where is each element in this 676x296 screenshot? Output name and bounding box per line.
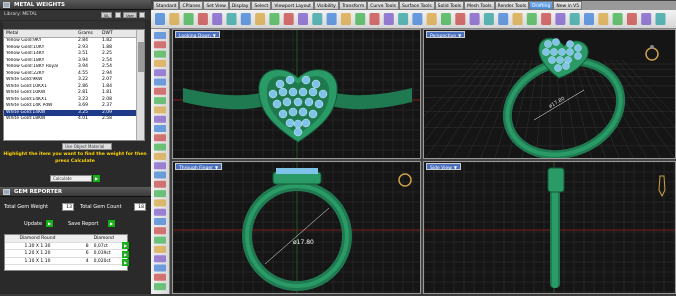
- metal-table: Metal Grams DWT Yellow Gold:9KY 2.84 1.82 Y…: [3, 29, 145, 141]
- gem-count: 6: [85, 251, 89, 256]
- sil-checkbox[interactable]: [115, 12, 121, 18]
- column-header-grams[interactable]: Grams: [76, 30, 100, 37]
- update-button[interactable]: ▶: [46, 220, 53, 227]
- total-gem-count-field[interactable]: 18: [134, 203, 146, 211]
- save-report-label: Save Report: [68, 221, 99, 227]
- column-header-metal[interactable]: Metal: [4, 30, 76, 37]
- viewport-through-finger[interactable]: Through Finger ▼ ø17.80: [172, 161, 421, 294]
- gem-table-header: Diamond Round Diamond: [5, 235, 127, 243]
- toolbar-icons[interactable]: [151, 10, 676, 29]
- gem-count: 4: [85, 258, 89, 264]
- tab-select[interactable]: Select: [251, 1, 272, 10]
- calculate-button[interactable]: ▶: [93, 175, 100, 182]
- calculate-hint: Highlight the item you want to find the …: [3, 152, 147, 164]
- save-report-button[interactable]: ▶: [108, 220, 115, 227]
- column-header-dwt[interactable]: DWT: [100, 30, 136, 37]
- gem-table: Diamond Round Diamond 1.30 X 1.30 8 0,07ct…: [4, 234, 128, 271]
- gem-reporter-title: GEM REPORTER: [14, 189, 63, 195]
- tab-transform[interactable]: Transform: [338, 1, 368, 10]
- viewport-label-looking-down[interactable]: Looking Down ▼: [175, 31, 220, 39]
- left-panel: METAL WEIGHTS Library: METAL SIL User Me…: [0, 0, 151, 294]
- through-finger-dimension: ø17.80: [293, 239, 314, 246]
- update-label: Update: [24, 221, 43, 227]
- toolbar-tabs: Standard CPlanes Set View Display Select View…: [153, 1, 676, 10]
- tab-cplanes[interactable]: CPlanes: [179, 1, 204, 10]
- viewport-perspective[interactable]: Perspective ▼ ø17.80: [423, 29, 676, 159]
- perspective-scene: ø17.80: [424, 37, 675, 158]
- library-label: Library: METAL: [4, 12, 38, 17]
- viewport-label-perspective[interactable]: Perspective ▼: [426, 31, 466, 39]
- total-gem-weight-field[interactable]: 13: [62, 203, 74, 211]
- metal-table-scrollbar[interactable]: [136, 30, 144, 140]
- total-gem-weight-label: Total Gem Weight: [4, 204, 49, 210]
- tab-surface-tools[interactable]: Surface Tools: [399, 1, 435, 10]
- gem-size: 1.10 X 1.10: [24, 258, 51, 264]
- tab-visibility[interactable]: Visibility: [313, 1, 339, 10]
- user-button[interactable]: User: [123, 12, 137, 18]
- metal-table-header: Metal Grams DWT: [4, 30, 144, 38]
- total-gem-count-label: Total Gem Count: [80, 204, 122, 210]
- gem-reporter-header: GEM REPORTER: [0, 187, 151, 197]
- scrollbar-thumb[interactable]: [138, 42, 144, 72]
- tab-standard[interactable]: Standard: [153, 1, 180, 10]
- metal-weights-header: METAL WEIGHTS: [0, 0, 151, 10]
- tab-mesh-tools[interactable]: Mesh Tools: [464, 1, 495, 10]
- side-toolbar-icons[interactable]: [151, 29, 170, 294]
- gem-size: 1.20 X 1.20: [24, 251, 51, 256]
- viewport-label-side-view[interactable]: Side View ▼: [426, 163, 461, 171]
- table-row[interactable]: 1.20 X 1.20 6 0,039ct: [5, 250, 127, 258]
- side-toolbar: [151, 29, 170, 294]
- metal-weights-icon: [3, 2, 10, 8]
- user-checkbox[interactable]: [139, 12, 145, 18]
- calculate-select[interactable]: Calculate: [50, 175, 92, 182]
- through-finger-scene: ø17.80: [173, 162, 420, 293]
- gem-reporter-icon: [3, 189, 10, 195]
- object-material-dropdown[interactable]: Use Object Material: [62, 143, 112, 150]
- tab-display[interactable]: Display: [228, 1, 252, 10]
- looking-down-scene: [173, 30, 420, 158]
- column-header-diamond-round: Diamond Round: [19, 236, 56, 241]
- gem-row-button-3[interactable]: ▶: [122, 259, 129, 266]
- metal-name: White Gold:18KW: [6, 116, 46, 121]
- library-bar: Library: METAL SIL User: [0, 10, 151, 20]
- metal-dwt: 2.58: [102, 116, 113, 121]
- viewport-side-view[interactable]: Side View ▼: [423, 161, 676, 294]
- gem-row-button-2[interactable]: ▶: [122, 251, 129, 258]
- gem-count: 8: [85, 243, 89, 249]
- gem-rows: 1.30 X 1.30 8 0,07ct 1.20 X 1.20 6 0,039ct 1.1…: [5, 243, 127, 265]
- gem-row-button-1[interactable]: ▶: [122, 242, 129, 249]
- tab-set-view[interactable]: Set View: [203, 1, 229, 10]
- main-toolbar: [151, 10, 676, 29]
- viewport-label-through-finger[interactable]: Through Finger ▼: [175, 163, 223, 171]
- rhino-workspace: Standard CPlanes Set View Display Select View…: [151, 0, 676, 294]
- metal-grams: 4.01: [78, 116, 89, 121]
- tab-drafting[interactable]: Drafting: [529, 1, 554, 10]
- perspective-dimension: ø17.80: [548, 96, 566, 110]
- table-row[interactable]: 1.10 X 1.10 4 0,020ct: [5, 258, 127, 265]
- tab-render-tools[interactable]: Render Tools: [494, 1, 530, 10]
- table-row[interactable]: White Gold:18KW 4.01 2.58: [4, 116, 144, 123]
- gem-size: 1.30 X 1.30: [24, 243, 51, 249]
- sil-button[interactable]: SIL: [101, 12, 113, 18]
- column-header-count: [70, 235, 92, 242]
- viewport-looking-down[interactable]: Looking Down ▼: [172, 29, 421, 159]
- metal-rows: Yellow Gold:9KY 2.84 1.82 Yellow Gold:10KY 2…: [4, 38, 144, 123]
- tab-solid-tools[interactable]: Solid Tools: [434, 1, 465, 10]
- table-row[interactable]: 1.30 X 1.30 8 0,07ct: [5, 243, 127, 250]
- side-view-scene: [424, 162, 675, 293]
- tab-curve-tools[interactable]: Curve Tools: [367, 1, 399, 10]
- metal-weights-title: METAL WEIGHTS: [14, 2, 65, 8]
- column-header-diamond: Diamond: [93, 236, 114, 241]
- tab-viewport-layout[interactable]: Viewport Layout: [271, 1, 314, 10]
- tab-new-in-v5[interactable]: New in V5: [553, 1, 583, 10]
